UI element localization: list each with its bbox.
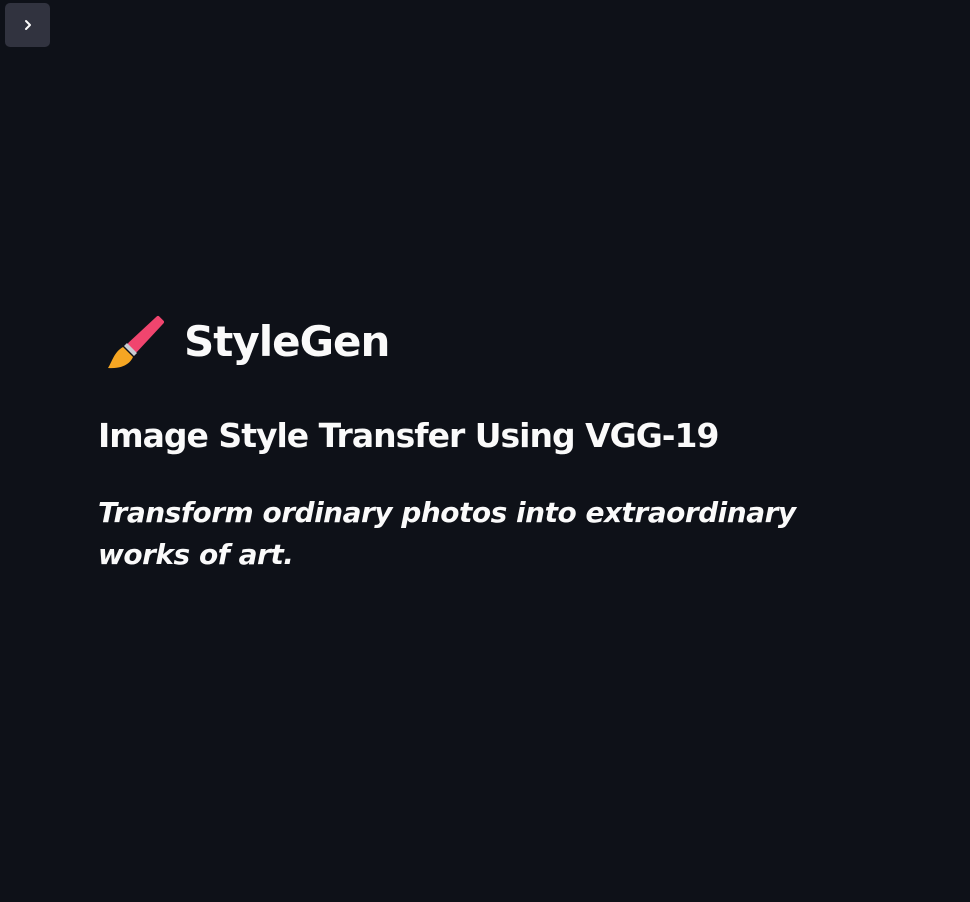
main-content: StyleGen Image Style Transfer Using VGG-…: [98, 300, 898, 576]
chevron-right-icon: [24, 20, 31, 30]
paintbrush-icon: [108, 316, 164, 369]
app-title: StyleGen: [184, 317, 390, 366]
page-subtitle: Image Style Transfer Using VGG-19: [98, 416, 719, 455]
sidebar-expand-button[interactable]: [5, 3, 50, 47]
tagline: Transform ordinary photos into extraordi…: [98, 496, 796, 572]
title-row: StyleGen: [98, 300, 898, 384]
